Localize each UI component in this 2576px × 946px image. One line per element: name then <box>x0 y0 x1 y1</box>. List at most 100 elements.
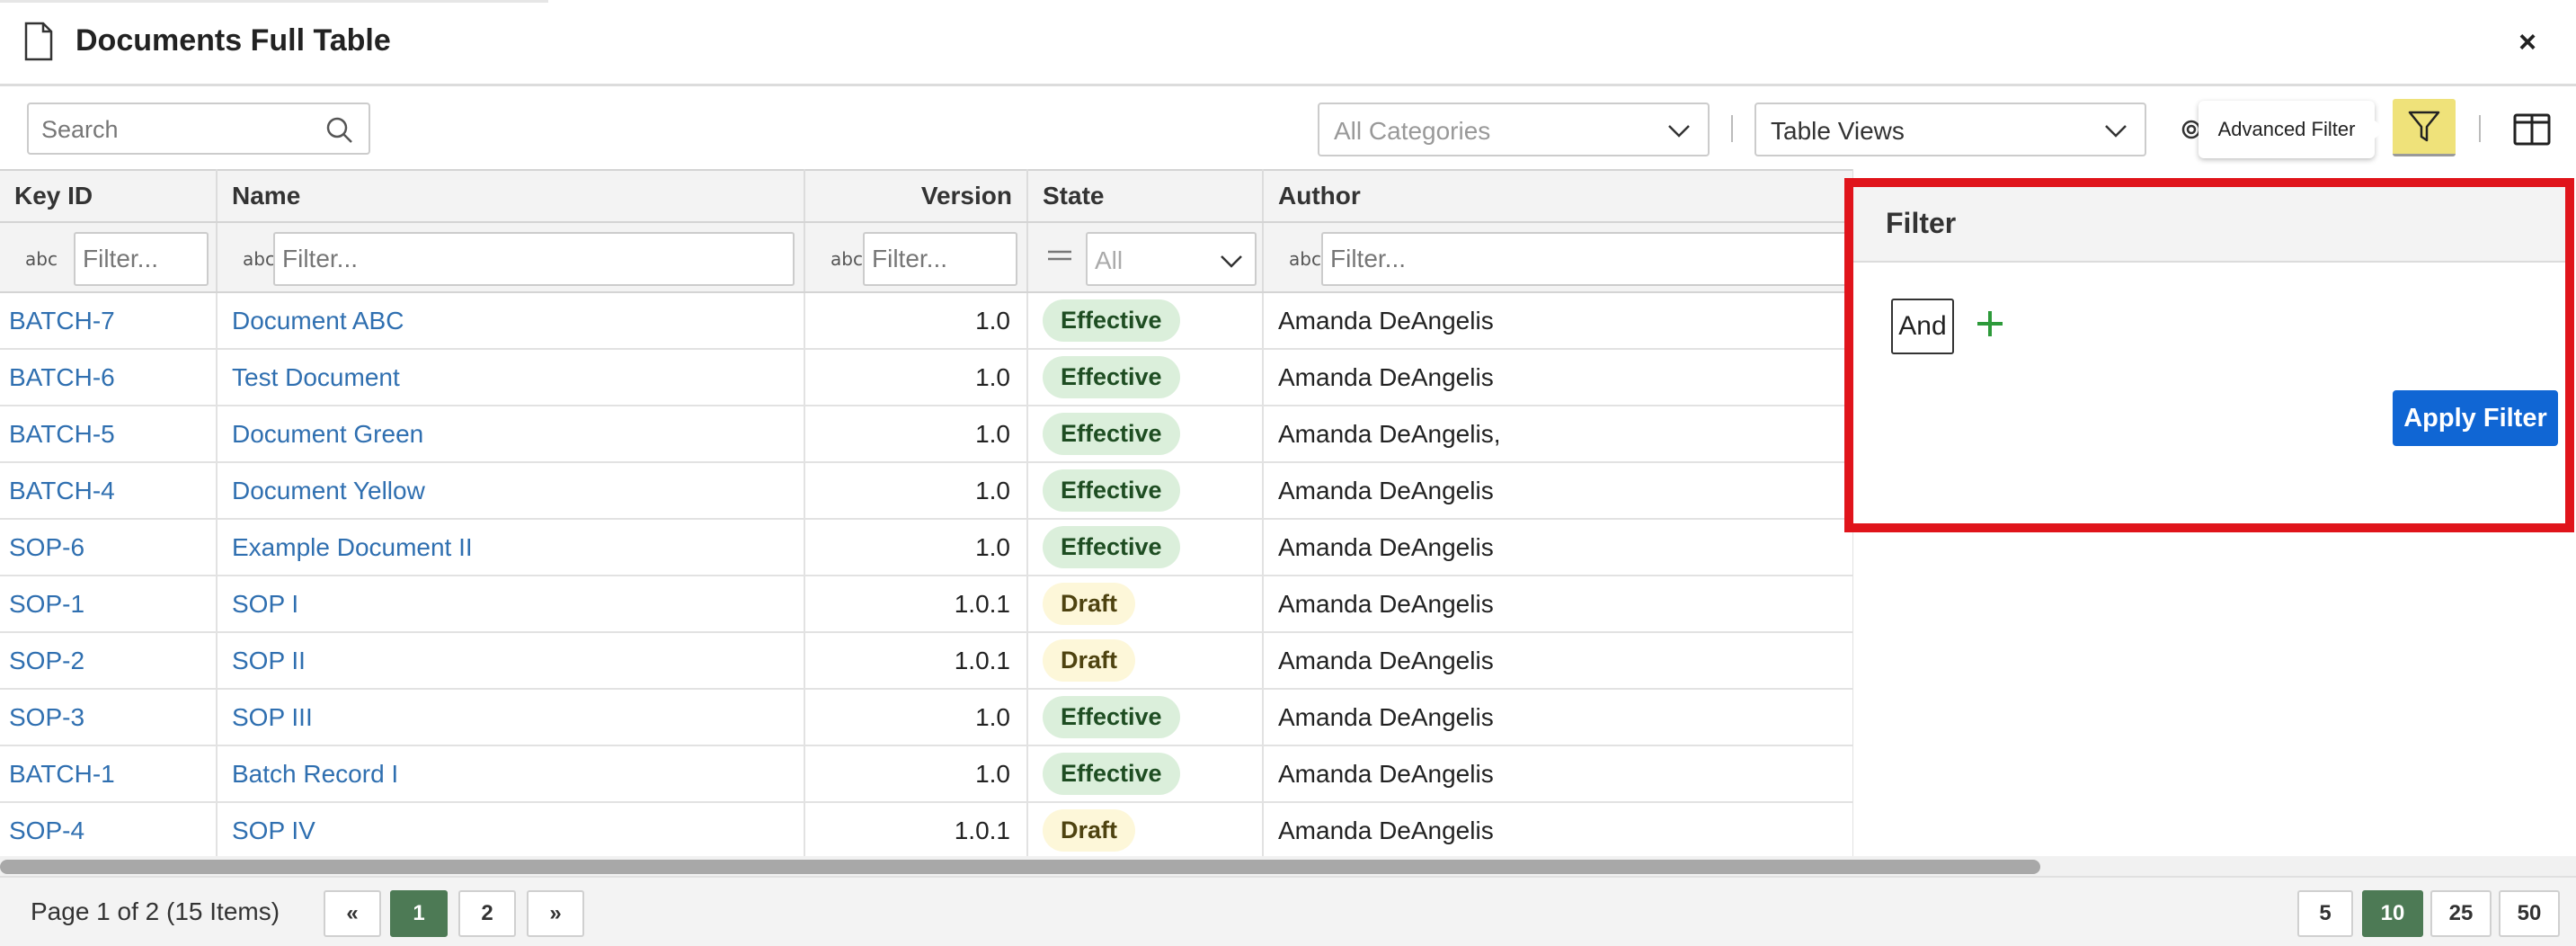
advanced-filter-button[interactable] <box>2393 99 2456 156</box>
table-row[interactable]: BATCH-7 Document ABC 1.0 Effective Amanda De… <box>0 292 1853 350</box>
state-cell: Draft <box>1027 802 1264 856</box>
page-size-50-button[interactable]: 50 <box>2499 890 2560 937</box>
name-cell: Document Yellow <box>217 462 805 520</box>
close-button[interactable]: × <box>2504 22 2551 63</box>
name-filter-input[interactable] <box>273 232 795 286</box>
state-filter-value: All <box>1095 246 1124 274</box>
page-size-10-button[interactable]: 10 <box>2362 890 2423 937</box>
equals-filter-icon[interactable] <box>1046 248 1073 263</box>
document-name-link[interactable]: Batch Record I <box>232 760 398 788</box>
key-id-filter-input[interactable] <box>74 232 209 286</box>
state-cell: Draft <box>1027 632 1264 690</box>
categories-select[interactable]: All Categories <box>1318 103 1710 156</box>
key-id-link[interactable]: SOP-3 <box>9 703 84 731</box>
table-row[interactable]: SOP-1 SOP I 1.0.1 Draft Amanda DeAngelis <box>0 576 1853 633</box>
key-id-link[interactable]: SOP-6 <box>9 533 84 561</box>
name-cell: Document Green <box>217 406 805 463</box>
add-condition-icon[interactable] <box>1970 304 2010 344</box>
filter-panel-header: Filter <box>1853 187 2565 263</box>
chevron-down-icon <box>1221 255 1242 268</box>
key-id-link[interactable]: BATCH-6 <box>9 363 115 391</box>
author-filter-input[interactable] <box>1321 232 1853 286</box>
name-cell: Batch Record I <box>217 745 805 803</box>
key-id-link[interactable]: SOP-2 <box>9 647 84 674</box>
divider <box>1731 115 1733 142</box>
table-row[interactable]: BATCH-4 Document Yellow 1.0 Effective Amanda… <box>0 462 1853 520</box>
page-size-25-button[interactable]: 25 <box>2430 890 2492 937</box>
text-filter-icon[interactable]: abc <box>831 248 863 270</box>
key-id-cell: BATCH-4 <box>0 462 218 520</box>
author-cell: Amanda DeAngelis <box>1263 349 1853 406</box>
name-cell: SOP III <box>217 689 805 746</box>
page-size-5-button[interactable]: 5 <box>2297 890 2353 937</box>
version-cell: 1.0.1 <box>804 802 1028 856</box>
author-cell: Amanda DeAngelis <box>1263 802 1853 856</box>
page-1-button[interactable]: 1 <box>390 890 448 937</box>
column-header-author[interactable]: Author <box>1263 169 1853 223</box>
column-header-state[interactable]: State <box>1027 169 1264 223</box>
state-cell: Draft <box>1027 576 1264 633</box>
column-header-key-id[interactable]: Key ID <box>0 169 218 223</box>
state-cell: Effective <box>1027 292 1264 350</box>
table-row[interactable]: BATCH-6 Test Document 1.0 Effective Amanda D… <box>0 349 1853 406</box>
prev-page-button[interactable]: « <box>324 890 381 937</box>
key-id-link[interactable]: BATCH-4 <box>9 477 115 504</box>
table-row[interactable]: BATCH-1 Batch Record I 1.0 Effective Amanda … <box>0 745 1853 803</box>
table-row[interactable]: SOP-3 SOP III 1.0 Effective Amanda DeAngelis <box>0 689 1853 746</box>
text-filter-icon[interactable]: abc <box>25 248 58 270</box>
document-name-link[interactable]: SOP II <box>232 647 306 674</box>
version-cell: 1.0 <box>804 745 1028 803</box>
document-name-link[interactable]: SOP IV <box>232 817 315 844</box>
search-input[interactable] <box>41 112 311 147</box>
apply-filter-button[interactable]: Apply Filter <box>2393 390 2558 446</box>
state-badge: Effective <box>1043 413 1180 455</box>
column-header-name[interactable]: Name <box>217 169 805 223</box>
table-row[interactable]: SOP-4 SOP IV 1.0.1 Draft Amanda DeAngelis <box>0 802 1853 856</box>
key-id-link[interactable]: BATCH-7 <box>9 307 115 335</box>
table-views-select[interactable]: Table Views <box>1754 103 2146 156</box>
key-id-link[interactable]: SOP-1 <box>9 590 84 618</box>
document-name-link[interactable]: Test Document <box>232 363 400 391</box>
text-filter-icon[interactable]: abc <box>1289 248 1321 270</box>
key-id-link[interactable]: BATCH-1 <box>9 760 115 788</box>
text-filter-icon[interactable]: abc <box>243 248 275 270</box>
table-row[interactable]: SOP-6 Example Document II 1.0 Effective Aman… <box>0 519 1853 576</box>
name-cell: Example Document II <box>217 519 805 576</box>
document-name-link[interactable]: SOP III <box>232 703 313 731</box>
and-operator-button[interactable]: And <box>1891 299 1954 354</box>
top-progress-bar <box>0 0 548 3</box>
state-cell: Effective <box>1027 519 1264 576</box>
document-name-link[interactable]: Example Document II <box>232 533 473 561</box>
version-cell: 1.0 <box>804 462 1028 520</box>
document-name-link[interactable]: Document ABC <box>232 307 404 335</box>
state-badge: Effective <box>1043 299 1180 342</box>
state-badge: Draft <box>1043 639 1136 682</box>
key-id-cell: BATCH-5 <box>0 406 218 463</box>
version-filter-input[interactable] <box>863 232 1017 286</box>
page-2-button[interactable]: 2 <box>458 890 516 937</box>
author-cell: Amanda DeAngelis <box>1263 519 1853 576</box>
version-cell: 1.0 <box>804 689 1028 746</box>
table-row[interactable]: BATCH-5 Document Green 1.0 Effective Amanda … <box>0 406 1853 463</box>
next-page-button[interactable]: » <box>527 890 584 937</box>
page-title: Documents Full Table <box>76 23 391 58</box>
key-id-cell: SOP-6 <box>0 519 218 576</box>
state-badge: Effective <box>1043 469 1180 512</box>
name-cell: SOP I <box>217 576 805 633</box>
version-cell: 1.0 <box>804 292 1028 350</box>
advanced-filter-tooltip: Advanced Filter <box>2198 101 2385 158</box>
search-icon[interactable] <box>325 116 354 145</box>
horizontal-scrollbar[interactable] <box>0 856 2576 876</box>
state-filter-select[interactable]: All <box>1086 232 1257 286</box>
filter-row: abc abc abc All <box>0 222 1853 293</box>
version-cell: 1.0.1 <box>804 632 1028 690</box>
column-header-version[interactable]: Version <box>804 169 1028 223</box>
split-view-icon[interactable] <box>2513 113 2551 146</box>
document-name-link[interactable]: Document Green <box>232 420 423 448</box>
document-name-link[interactable]: Document Yellow <box>232 477 425 504</box>
key-id-link[interactable]: BATCH-5 <box>9 420 115 448</box>
scrollbar-thumb[interactable] <box>0 860 2040 874</box>
table-row[interactable]: SOP-2 SOP II 1.0.1 Draft Amanda DeAngelis <box>0 632 1853 690</box>
document-name-link[interactable]: SOP I <box>232 590 298 618</box>
key-id-link[interactable]: SOP-4 <box>9 817 84 844</box>
